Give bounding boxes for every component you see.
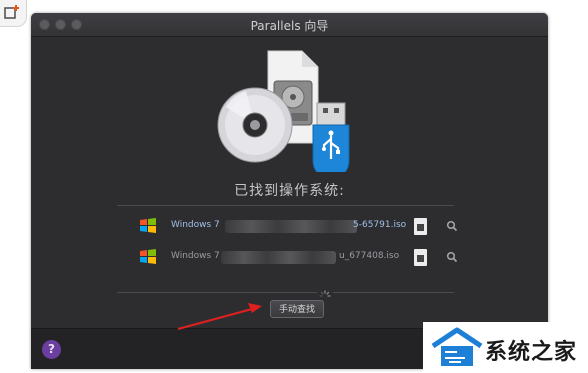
help-button[interactable]: ? xyxy=(42,340,61,359)
os-name[interactable]: Windows 7 xyxy=(171,220,220,230)
watermark: 系统之家 xyxy=(423,322,588,373)
search-icon[interactable] xyxy=(446,251,458,263)
file-info-icon[interactable] xyxy=(414,218,427,235)
redacted-path xyxy=(225,220,357,233)
divider xyxy=(333,292,454,293)
divider xyxy=(117,205,454,206)
watermark-text: 系统之家 xyxy=(485,340,578,365)
redacted-path xyxy=(221,251,336,264)
titlebar: Parallels 向导 xyxy=(31,13,548,37)
media-sources-illustration xyxy=(217,50,350,172)
windows-logo-icon xyxy=(140,249,156,264)
os-result-row[interactable]: Windows 7 u_677408.iso xyxy=(139,248,469,268)
os-result-row[interactable]: Windows 7 5-65791.iso xyxy=(139,217,469,237)
os-name[interactable]: Windows 7 xyxy=(171,251,220,261)
iso-filename[interactable]: 5-65791.iso xyxy=(353,220,406,230)
add-window-badge[interactable] xyxy=(0,0,27,27)
usb-drive-icon xyxy=(312,102,350,172)
divider xyxy=(117,292,317,293)
manual-find-button[interactable]: 手动查找 xyxy=(270,300,324,318)
house-logo-icon xyxy=(431,327,483,366)
search-icon[interactable] xyxy=(446,220,458,232)
iso-filename[interactable]: u_677408.iso xyxy=(339,251,399,261)
new-window-icon xyxy=(4,5,19,19)
windows-logo-icon xyxy=(140,218,156,233)
found-os-heading: 已找到操作系统: xyxy=(234,183,345,199)
window-title: Parallels 向导 xyxy=(250,19,329,33)
cd-disc-icon xyxy=(217,87,293,163)
parallels-wizard-window: Parallels 向导 已找到操作系统: Windows 7 5-65791.… xyxy=(31,13,548,369)
file-info-icon[interactable] xyxy=(414,249,427,266)
